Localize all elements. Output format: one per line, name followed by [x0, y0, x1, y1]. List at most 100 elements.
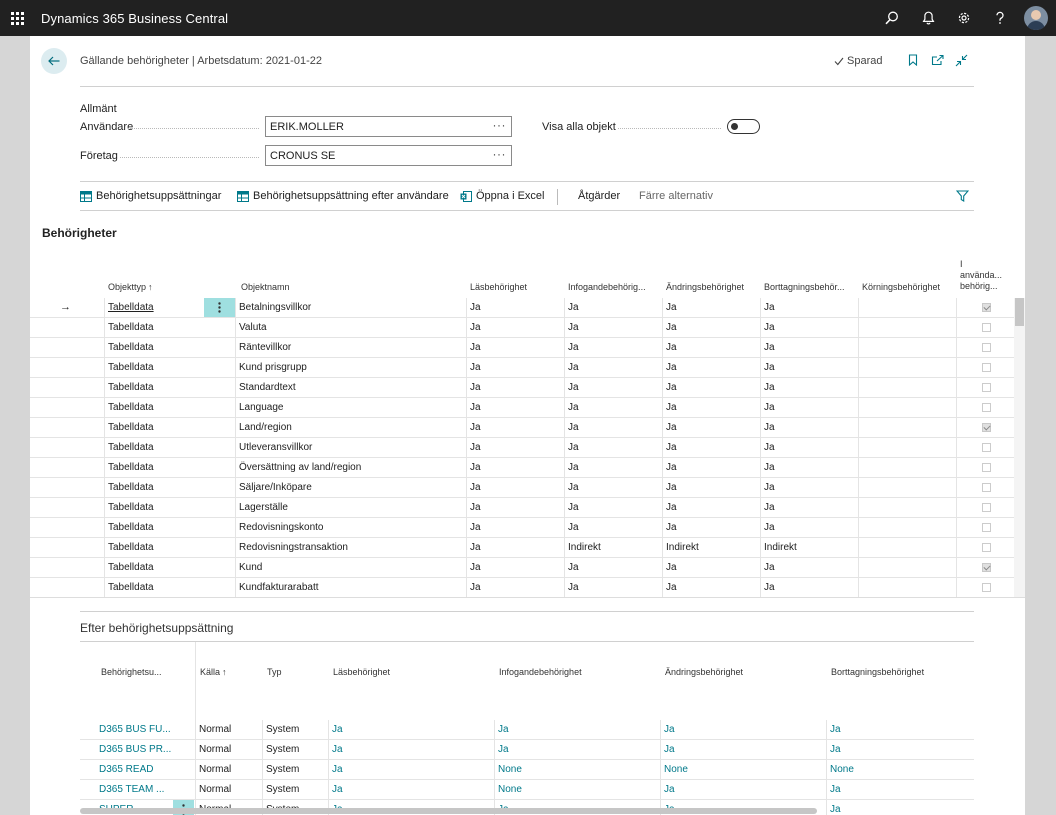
- table-row[interactable]: Tabelldata Valuta Ja Ja Ja Ja: [30, 318, 1014, 338]
- insert-cell[interactable]: Ja: [494, 720, 660, 740]
- object-type-cell[interactable]: Tabelldata: [104, 378, 204, 398]
- modify-cell[interactable]: Ja: [660, 780, 826, 800]
- column-header-read[interactable]: Läsbehörighet: [333, 667, 390, 677]
- delete-cell[interactable]: Ja: [760, 458, 858, 478]
- modify-cell[interactable]: Ja: [660, 740, 826, 760]
- object-type-cell[interactable]: Tabelldata: [104, 418, 204, 438]
- column-header-delete[interactable]: Borttagningsbehörighet: [831, 667, 924, 677]
- insert-cell[interactable]: Ja: [564, 398, 662, 418]
- table-row[interactable]: D365 BUS PR... Normal System Ja Ja Ja Ja: [80, 740, 974, 760]
- execute-cell[interactable]: [858, 438, 956, 458]
- object-name-cell[interactable]: Kund: [235, 558, 466, 578]
- table-row[interactable]: Tabelldata Utleveransvillkor Ja Ja Ja Ja: [30, 438, 1014, 458]
- table-row[interactable]: Tabelldata Kund prisgrupp Ja Ja Ja Ja: [30, 358, 1014, 378]
- delete-cell[interactable]: Ja: [760, 418, 858, 438]
- object-name-cell[interactable]: Valuta: [235, 318, 466, 338]
- delete-cell[interactable]: Ja: [760, 578, 858, 598]
- read-cell[interactable]: Ja: [466, 558, 564, 578]
- execute-cell[interactable]: [858, 378, 956, 398]
- read-cell[interactable]: Ja: [466, 578, 564, 598]
- execute-cell[interactable]: [858, 498, 956, 518]
- search-button[interactable]: [874, 0, 910, 36]
- execute-cell[interactable]: [858, 418, 956, 438]
- modify-cell[interactable]: None: [660, 760, 826, 780]
- object-type-cell[interactable]: Tabelldata: [104, 498, 204, 518]
- insert-cell[interactable]: Ja: [564, 358, 662, 378]
- modify-cell[interactable]: Ja: [662, 358, 760, 378]
- object-name-cell[interactable]: Betalningsvillkor: [235, 298, 466, 318]
- object-name-cell[interactable]: Lagerställe: [235, 498, 466, 518]
- modify-cell[interactable]: Ja: [660, 720, 826, 740]
- modify-cell[interactable]: Indirekt: [662, 538, 760, 558]
- column-header-object-type[interactable]: Objekttyp ↑: [108, 256, 228, 297]
- table-row[interactable]: D365 BUS FU... Normal System Ja Ja Ja Ja: [80, 720, 974, 740]
- back-button[interactable]: [41, 48, 67, 74]
- delete-cell[interactable]: Ja: [826, 720, 974, 740]
- execute-cell[interactable]: [858, 398, 956, 418]
- insert-cell[interactable]: Ja: [564, 318, 662, 338]
- actions-menu[interactable]: Åtgärder: [578, 190, 620, 202]
- vertical-scrollbar[interactable]: [1014, 298, 1025, 597]
- object-name-cell[interactable]: Redovisningskonto: [235, 518, 466, 538]
- object-name-cell[interactable]: Översättning av land/region: [235, 458, 466, 478]
- user-field[interactable]: ERIK.MOLLER ···: [265, 116, 512, 137]
- modify-cell[interactable]: Ja: [662, 498, 760, 518]
- read-cell[interactable]: Ja: [466, 518, 564, 538]
- read-cell[interactable]: Ja: [466, 298, 564, 318]
- insert-cell[interactable]: Ja: [494, 740, 660, 760]
- settings-button[interactable]: [946, 0, 982, 36]
- table-row[interactable]: Tabelldata Räntevillkor Ja Ja Ja Ja: [30, 338, 1014, 358]
- row-actions-button[interactable]: [204, 298, 235, 317]
- object-type-cell[interactable]: Tabelldata: [104, 358, 204, 378]
- object-type-cell[interactable]: Tabelldata: [104, 298, 204, 318]
- read-cell[interactable]: Ja: [328, 780, 494, 800]
- table-row[interactable]: Tabelldata Language Ja Ja Ja Ja: [30, 398, 1014, 418]
- table-row[interactable]: Tabelldata Standardtext Ja Ja Ja Ja: [30, 378, 1014, 398]
- modify-cell[interactable]: Ja: [662, 318, 760, 338]
- column-header-modify[interactable]: Ändringsbehörighet: [666, 256, 761, 297]
- table-row[interactable]: D365 TEAM ... Normal System Ja None Ja Ja: [80, 780, 974, 800]
- delete-cell[interactable]: Ja: [760, 398, 858, 418]
- object-type-cell[interactable]: Tabelldata: [104, 318, 204, 338]
- object-type-cell[interactable]: Tabelldata: [104, 338, 204, 358]
- delete-cell[interactable]: Ja: [826, 800, 974, 815]
- table-row[interactable]: Tabelldata Säljare/Inköpare Ja Ja Ja Ja: [30, 478, 1014, 498]
- user-lookup-button[interactable]: ···: [493, 118, 507, 132]
- permission-sets-action[interactable]: Behörighetsuppsättningar: [80, 190, 221, 202]
- read-cell[interactable]: Ja: [466, 498, 564, 518]
- table-row[interactable]: → Tabelldata Betalningsvillkor Ja Ja Ja Ja: [30, 298, 1014, 318]
- table-row[interactable]: Tabelldata Lagerställe Ja Ja Ja Ja: [30, 498, 1014, 518]
- delete-cell[interactable]: Indirekt: [760, 538, 858, 558]
- object-name-cell[interactable]: Kund prisgrupp: [235, 358, 466, 378]
- modify-cell[interactable]: Ja: [662, 478, 760, 498]
- permission-set-link[interactable]: D365 BUS FU...: [96, 720, 172, 740]
- read-cell[interactable]: Ja: [466, 318, 564, 338]
- permission-sets-by-user-action[interactable]: Behörighetsuppsättning efter användare: [237, 190, 449, 202]
- help-button[interactable]: [982, 0, 1018, 36]
- filter-icon[interactable]: [956, 190, 969, 202]
- object-name-cell[interactable]: Kundfakturarabatt: [235, 578, 466, 598]
- object-name-cell[interactable]: Utleveransvillkor: [235, 438, 466, 458]
- modify-cell[interactable]: Ja: [662, 398, 760, 418]
- execute-cell[interactable]: [858, 458, 956, 478]
- table-row[interactable]: Tabelldata Kundfakturarabatt Ja Ja Ja Ja: [30, 578, 1014, 598]
- table-row[interactable]: D365 READ Normal System Ja None None None: [80, 760, 974, 780]
- read-cell[interactable]: Ja: [466, 458, 564, 478]
- modify-cell[interactable]: Ja: [662, 298, 760, 318]
- read-cell[interactable]: Ja: [328, 740, 494, 760]
- insert-cell[interactable]: Ja: [564, 298, 662, 318]
- insert-cell[interactable]: Ja: [564, 378, 662, 398]
- insert-cell[interactable]: None: [494, 760, 660, 780]
- column-header-source[interactable]: Källa ↑: [200, 667, 227, 677]
- insert-cell[interactable]: Ja: [564, 438, 662, 458]
- column-header-read[interactable]: Läsbehörighet: [470, 256, 565, 297]
- object-type-cell[interactable]: Tabelldata: [104, 518, 204, 538]
- execute-cell[interactable]: [858, 538, 956, 558]
- modify-cell[interactable]: Ja: [662, 438, 760, 458]
- modify-cell[interactable]: Ja: [662, 378, 760, 398]
- delete-cell[interactable]: Ja: [760, 298, 858, 318]
- object-name-cell[interactable]: Standardtext: [235, 378, 466, 398]
- object-type-cell[interactable]: Tabelldata: [104, 558, 204, 578]
- read-cell[interactable]: Ja: [466, 478, 564, 498]
- object-name-cell[interactable]: Land/region: [235, 418, 466, 438]
